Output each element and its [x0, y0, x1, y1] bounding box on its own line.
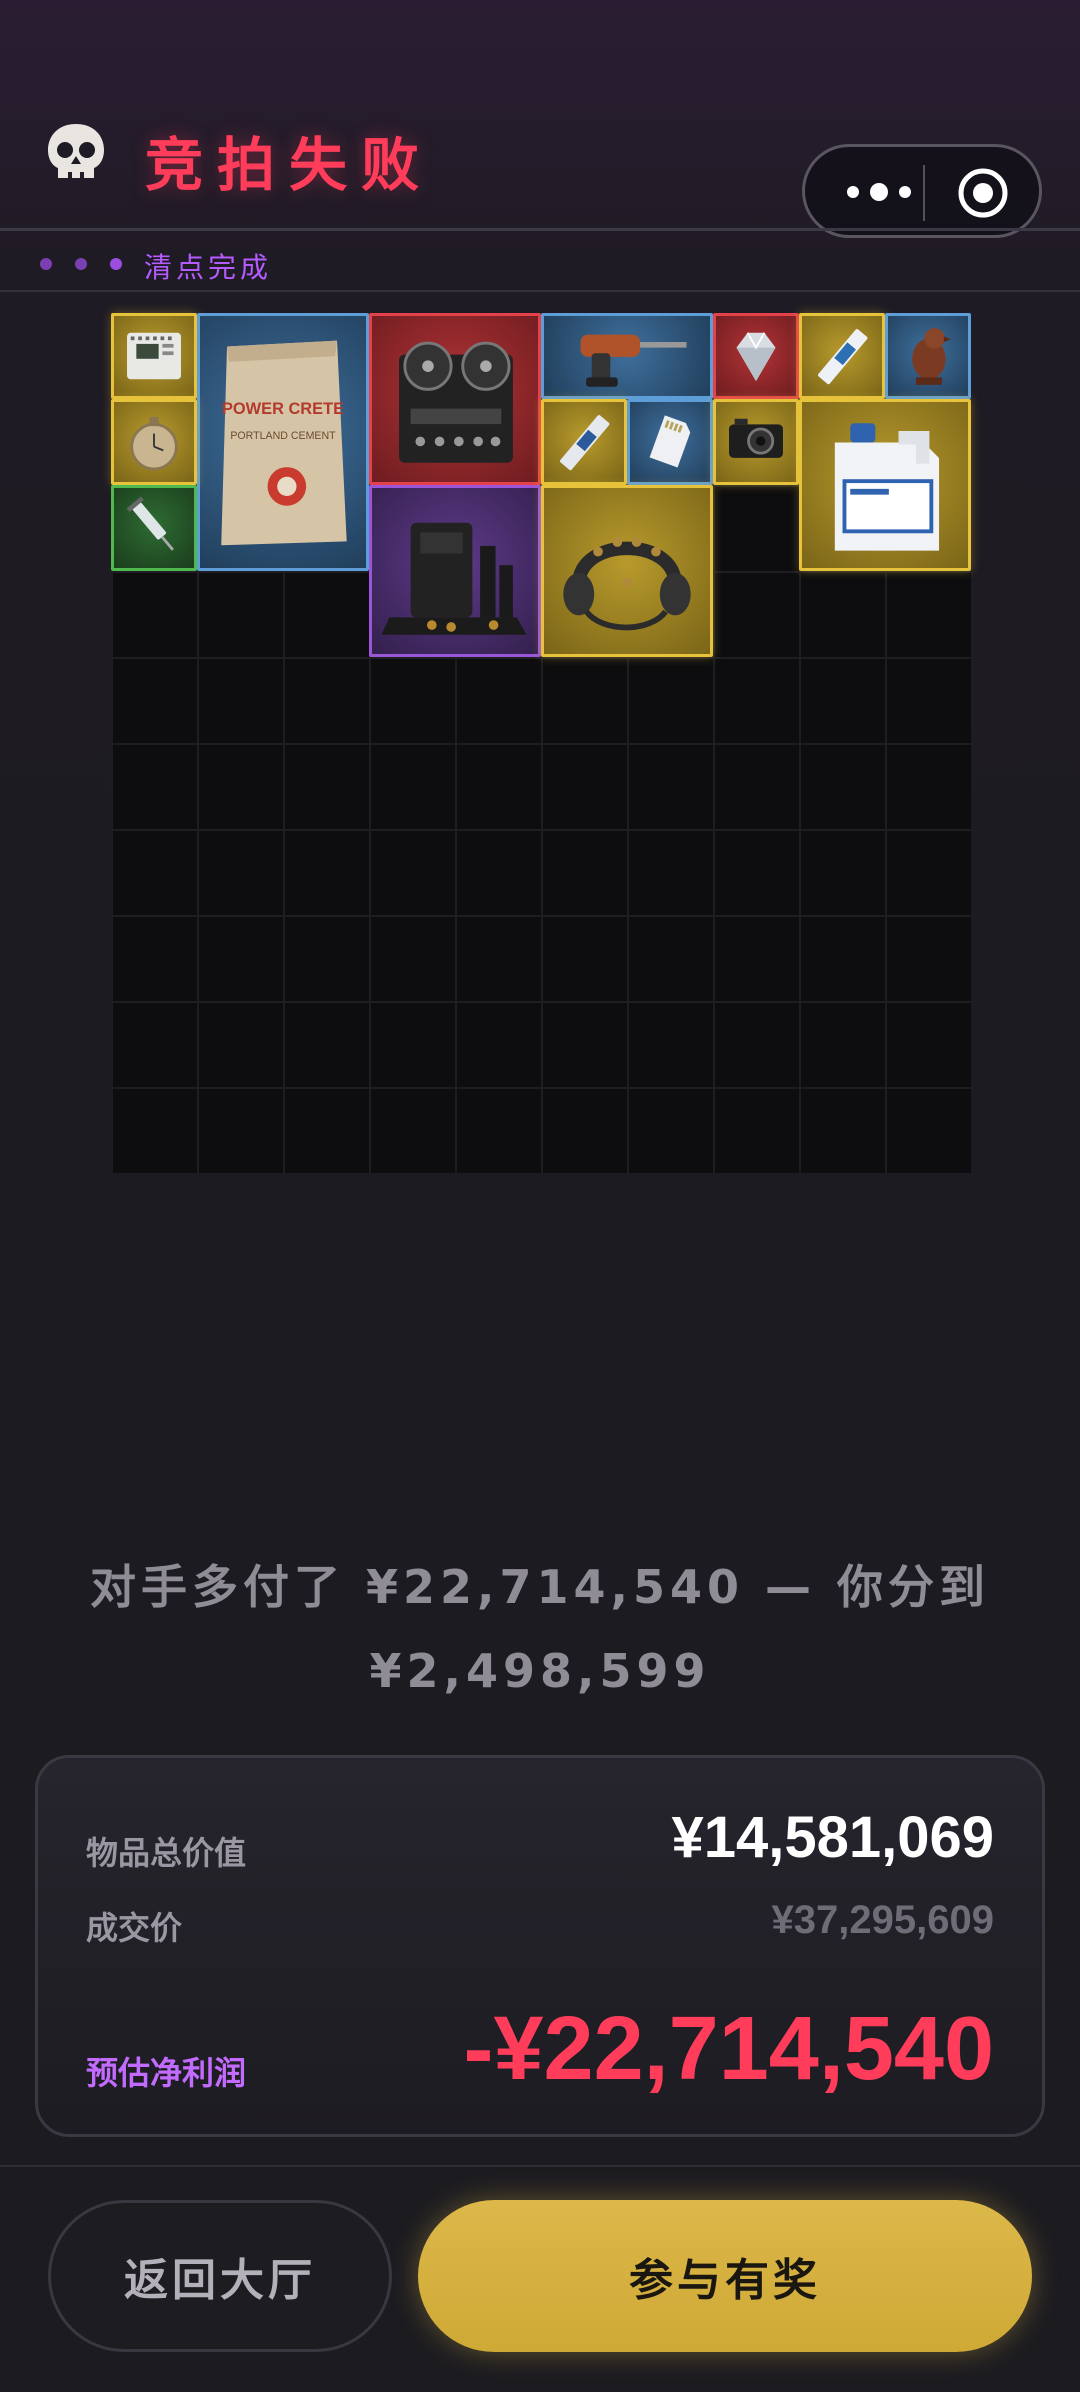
diamond-icon: [736, 332, 776, 382]
reel-recorder-icon: [399, 341, 513, 463]
m2-ssd-icon: [560, 415, 610, 471]
cement-type-text: PORTLAND CEMENT: [230, 430, 336, 442]
status-text: 清点完成: [144, 251, 273, 284]
syringe-icon: [126, 496, 174, 551]
plc-controller-icon: [127, 332, 181, 380]
participate-reward-button[interactable]: 参与有奖: [418, 2200, 1032, 2352]
item-plc-controller[interactable]: [111, 313, 197, 399]
cement-bag-icon: POWER CRETE PORTLAND CEMENT: [221, 340, 347, 546]
result-message-line2: ¥2,498,599: [369, 1644, 711, 1698]
item-cement-bag[interactable]: POWER CRETE PORTLAND CEMENT: [197, 313, 369, 571]
total-value: ¥14,581,069: [671, 1805, 994, 1870]
item-power-drill[interactable]: [541, 313, 713, 399]
coffee-machine-icon: [381, 522, 527, 635]
bird-figurine-icon: [912, 328, 952, 385]
capsule-separator: [923, 165, 925, 221]
mini-program-capsule: [802, 144, 1042, 238]
profit-label: 预估净利润: [86, 2054, 247, 2092]
inventory-grid: POWER CRETE PORTLAND CEMENT: [111, 313, 971, 1173]
status-dot: [75, 258, 87, 270]
status-divider: [0, 290, 1080, 292]
item-m2-ssd[interactable]: [541, 399, 627, 485]
item-pocket-watch[interactable]: [111, 399, 197, 485]
target-circle-icon[interactable]: [957, 167, 1009, 219]
result-message: 对手多付了 ¥22,714,540 — 你分到 ¥2,498,599: [60, 1545, 1020, 1713]
ssd-drive-icon: [818, 329, 868, 385]
camera-icon: [729, 418, 783, 458]
deal-price-label: 成交价: [86, 1909, 183, 1947]
result-message-line1: 对手多付了 ¥22,714,540 — 你分到: [89, 1560, 991, 1614]
headset-icon: [563, 537, 691, 631]
profit-value: -¥22,714,540: [463, 1999, 994, 2099]
item-reel-recorder[interactable]: [369, 313, 541, 485]
item-syringe[interactable]: [111, 485, 197, 571]
return-lobby-button[interactable]: 返回大厅: [48, 2200, 392, 2352]
header: 竞拍失败: [0, 0, 1080, 238]
more-dots-icon[interactable]: [839, 175, 919, 209]
pocket-watch-icon: [130, 416, 178, 471]
item-ssd-drive[interactable]: [799, 313, 885, 399]
summary-card: 物品总价值 ¥14,581,069 成交价 ¥37,295,609 预估净利润 …: [35, 1755, 1045, 2137]
header-divider: [0, 228, 1080, 231]
skull-icon: [48, 124, 104, 178]
item-diamond[interactable]: [713, 313, 799, 399]
status-dot: [110, 258, 122, 270]
item-camera[interactable]: [713, 399, 799, 485]
page-title: 竞拍失败: [145, 131, 434, 199]
power-drill-icon: [580, 334, 687, 387]
chemical-jug-icon: [834, 423, 940, 551]
deal-price-value: ¥37,295,609: [771, 1898, 994, 1942]
total-value-label: 物品总价值: [86, 1834, 247, 1872]
item-sd-card[interactable]: [627, 399, 713, 485]
sd-card-icon: [649, 415, 691, 468]
item-bird-figurine[interactable]: [885, 313, 971, 399]
item-chemical-jug[interactable]: [799, 399, 971, 571]
status-dot: [40, 258, 52, 270]
item-headset[interactable]: [541, 485, 713, 657]
item-coffee-machine[interactable]: [369, 485, 541, 657]
bottom-divider: [0, 2165, 1080, 2167]
cement-brand-text: POWER CRETE: [222, 400, 344, 418]
